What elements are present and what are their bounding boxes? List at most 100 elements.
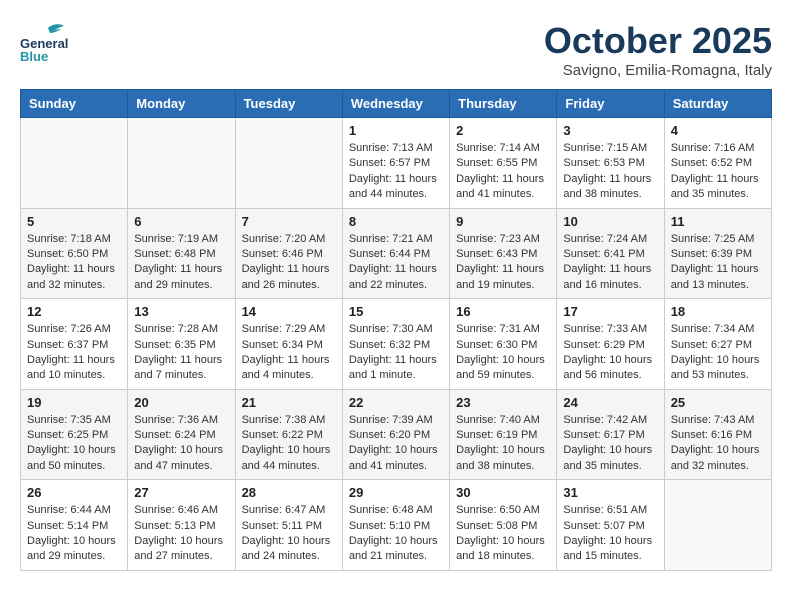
day-cell-10: 10 Sunrise: 7:24 AM Sunset: 6:41 PM Dayli… <box>557 208 664 299</box>
week-row-5: 26 Sunrise: 6:44 AM Sunset: 5:14 PM Dayli… <box>21 480 772 571</box>
day-number: 10 <box>563 214 657 229</box>
day-cell-16: 16 Sunrise: 7:31 AM Sunset: 6:30 PM Dayli… <box>450 299 557 390</box>
day-number: 29 <box>349 485 443 500</box>
location: Savigno, Emilia-Romagna, Italy <box>544 62 772 79</box>
day-number: 21 <box>242 395 336 410</box>
weekday-header-saturday: Saturday <box>664 90 771 118</box>
day-number: 28 <box>242 485 336 500</box>
day-info: Sunrise: 7:38 AM Sunset: 6:22 PM Dayligh… <box>242 413 336 475</box>
day-number: 12 <box>27 304 121 319</box>
day-cell-20: 20 Sunrise: 7:36 AM Sunset: 6:24 PM Dayli… <box>128 389 235 480</box>
empty-cell <box>664 480 771 571</box>
day-info: Sunrise: 7:13 AM Sunset: 6:57 PM Dayligh… <box>349 141 443 203</box>
day-number: 16 <box>456 304 550 319</box>
day-cell-9: 9 Sunrise: 7:23 AM Sunset: 6:43 PM Daylig… <box>450 208 557 299</box>
day-info: Sunrise: 7:31 AM Sunset: 6:30 PM Dayligh… <box>456 322 550 384</box>
calendar-table: SundayMondayTuesdayWednesdayThursdayFrid… <box>20 89 772 571</box>
day-info: Sunrise: 7:33 AM Sunset: 6:29 PM Dayligh… <box>563 322 657 384</box>
day-cell-13: 13Sunrise: 7:28 AM Sunset: 6:35 PM Dayli… <box>128 299 235 390</box>
day-info: Sunrise: 7:15 AM Sunset: 6:53 PM Dayligh… <box>563 141 657 203</box>
day-cell-11: 11 Sunrise: 7:25 AM Sunset: 6:39 PM Dayli… <box>664 208 771 299</box>
day-cell-28: 28 Sunrise: 6:47 AM Sunset: 5:11 PM Dayli… <box>235 480 342 571</box>
day-info: Sunrise: 7:43 AM Sunset: 6:16 PM Dayligh… <box>671 413 765 475</box>
day-number: 13 <box>134 304 228 319</box>
day-cell-17: 17 Sunrise: 7:33 AM Sunset: 6:29 PM Dayli… <box>557 299 664 390</box>
day-number: 19 <box>27 395 121 410</box>
weekday-header-friday: Friday <box>557 90 664 118</box>
day-info: Sunrise: 6:48 AM Sunset: 5:10 PM Dayligh… <box>349 503 443 565</box>
day-cell-19: 19 Sunrise: 7:35 AM Sunset: 6:25 PM Dayli… <box>21 389 128 480</box>
week-row-2: 5 Sunrise: 7:18 AM Sunset: 6:50 PM Daylig… <box>21 208 772 299</box>
day-number: 11 <box>671 214 765 229</box>
day-number: 17 <box>563 304 657 319</box>
weekday-header-sunday: Sunday <box>21 90 128 118</box>
empty-cell <box>235 118 342 209</box>
day-info: Sunrise: 7:25 AM Sunset: 6:39 PM Dayligh… <box>671 232 765 294</box>
day-cell-4: 4Sunrise: 7:16 AM Sunset: 6:52 PM Daylig… <box>664 118 771 209</box>
week-row-1: 1Sunrise: 7:13 AM Sunset: 6:57 PM Daylig… <box>21 118 772 209</box>
day-number: 27 <box>134 485 228 500</box>
day-number: 14 <box>242 304 336 319</box>
day-cell-14: 14Sunrise: 7:29 AM Sunset: 6:34 PM Dayli… <box>235 299 342 390</box>
day-number: 20 <box>134 395 228 410</box>
weekday-header-tuesday: Tuesday <box>235 90 342 118</box>
day-info: Sunrise: 7:16 AM Sunset: 6:52 PM Dayligh… <box>671 141 765 203</box>
weekday-header-wednesday: Wednesday <box>342 90 449 118</box>
day-number: 8 <box>349 214 443 229</box>
day-number: 5 <box>27 214 121 229</box>
day-info: Sunrise: 7:26 AM Sunset: 6:37 PM Dayligh… <box>27 322 121 384</box>
day-number: 6 <box>134 214 228 229</box>
weekday-header-thursday: Thursday <box>450 90 557 118</box>
day-info: Sunrise: 6:50 AM Sunset: 5:08 PM Dayligh… <box>456 503 550 565</box>
day-cell-3: 3 Sunrise: 7:15 AM Sunset: 6:53 PM Daylig… <box>557 118 664 209</box>
month-title: October 2025 <box>544 20 772 62</box>
day-cell-31: 31Sunrise: 6:51 AM Sunset: 5:07 PM Dayli… <box>557 480 664 571</box>
day-cell-1: 1Sunrise: 7:13 AM Sunset: 6:57 PM Daylig… <box>342 118 449 209</box>
day-info: Sunrise: 7:34 AM Sunset: 6:27 PM Dayligh… <box>671 322 765 384</box>
day-info: Sunrise: 7:21 AM Sunset: 6:44 PM Dayligh… <box>349 232 443 294</box>
day-info: Sunrise: 7:23 AM Sunset: 6:43 PM Dayligh… <box>456 232 550 294</box>
day-info: Sunrise: 7:30 AM Sunset: 6:32 PM Dayligh… <box>349 322 443 384</box>
day-info: Sunrise: 7:42 AM Sunset: 6:17 PM Dayligh… <box>563 413 657 475</box>
day-cell-25: 25Sunrise: 7:43 AM Sunset: 6:16 PM Dayli… <box>664 389 771 480</box>
day-info: Sunrise: 7:14 AM Sunset: 6:55 PM Dayligh… <box>456 141 550 203</box>
title-block: October 2025 Savigno, Emilia-Romagna, It… <box>544 20 772 79</box>
day-info: Sunrise: 7:24 AM Sunset: 6:41 PM Dayligh… <box>563 232 657 294</box>
day-info: Sunrise: 6:44 AM Sunset: 5:14 PM Dayligh… <box>27 503 121 565</box>
day-number: 18 <box>671 304 765 319</box>
day-cell-26: 26 Sunrise: 6:44 AM Sunset: 5:14 PM Dayli… <box>21 480 128 571</box>
weekday-header-monday: Monday <box>128 90 235 118</box>
day-number: 3 <box>563 123 657 138</box>
day-number: 9 <box>456 214 550 229</box>
week-row-4: 19 Sunrise: 7:35 AM Sunset: 6:25 PM Dayli… <box>21 389 772 480</box>
day-info: Sunrise: 6:46 AM Sunset: 5:13 PM Dayligh… <box>134 503 228 565</box>
day-number: 26 <box>27 485 121 500</box>
week-row-3: 12 Sunrise: 7:26 AM Sunset: 6:37 PM Dayli… <box>21 299 772 390</box>
logo: General Blue <box>20 20 70 65</box>
day-info: Sunrise: 7:35 AM Sunset: 6:25 PM Dayligh… <box>27 413 121 475</box>
day-info: Sunrise: 7:36 AM Sunset: 6:24 PM Dayligh… <box>134 413 228 475</box>
day-cell-2: 2 Sunrise: 7:14 AM Sunset: 6:55 PM Daylig… <box>450 118 557 209</box>
day-cell-23: 23Sunrise: 7:40 AM Sunset: 6:19 PM Dayli… <box>450 389 557 480</box>
day-info: Sunrise: 6:47 AM Sunset: 5:11 PM Dayligh… <box>242 503 336 565</box>
day-cell-27: 27 Sunrise: 6:46 AM Sunset: 5:13 PM Dayli… <box>128 480 235 571</box>
page-header: General Blue October 2025 Savigno, Emili… <box>20 20 772 79</box>
empty-cell <box>128 118 235 209</box>
logo-icon: General Blue <box>20 20 70 65</box>
day-cell-7: 7Sunrise: 7:20 AM Sunset: 6:46 PM Daylig… <box>235 208 342 299</box>
day-info: Sunrise: 7:39 AM Sunset: 6:20 PM Dayligh… <box>349 413 443 475</box>
day-cell-5: 5 Sunrise: 7:18 AM Sunset: 6:50 PM Daylig… <box>21 208 128 299</box>
day-cell-30: 30Sunrise: 6:50 AM Sunset: 5:08 PM Dayli… <box>450 480 557 571</box>
weekday-header-row: SundayMondayTuesdayWednesdayThursdayFrid… <box>21 90 772 118</box>
day-info: Sunrise: 7:19 AM Sunset: 6:48 PM Dayligh… <box>134 232 228 294</box>
svg-text:Blue: Blue <box>20 49 48 64</box>
day-number: 22 <box>349 395 443 410</box>
day-number: 31 <box>563 485 657 500</box>
day-number: 24 <box>563 395 657 410</box>
empty-cell <box>21 118 128 209</box>
day-cell-21: 21 Sunrise: 7:38 AM Sunset: 6:22 PM Dayli… <box>235 389 342 480</box>
day-number: 2 <box>456 123 550 138</box>
day-number: 23 <box>456 395 550 410</box>
day-cell-6: 6 Sunrise: 7:19 AM Sunset: 6:48 PM Daylig… <box>128 208 235 299</box>
day-info: Sunrise: 7:18 AM Sunset: 6:50 PM Dayligh… <box>27 232 121 294</box>
